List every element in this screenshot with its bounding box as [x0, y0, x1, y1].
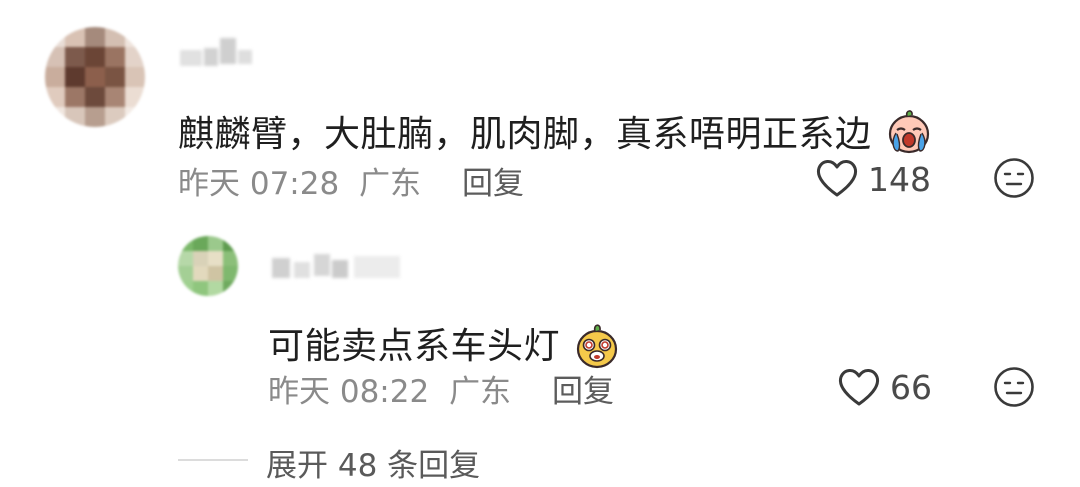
comment-meta: 昨天 07:28 广东 [178, 158, 421, 203]
reply-time: 昨天 08:22 [268, 374, 430, 410]
like-count: 66 [890, 368, 932, 407]
expand-divider [178, 459, 248, 461]
dizzy-face-icon [576, 324, 618, 369]
heart-icon[interactable] [836, 366, 882, 408]
like-count: 148 [868, 160, 931, 199]
reply-button[interactable]: 回复 [552, 366, 614, 411]
comment-text: 麒麟臂，大肚腩，肌肉脚，真系唔明正系边 [178, 98, 931, 157]
reply-meta: 昨天 08:22 广东 [268, 366, 511, 411]
neutral-face-icon[interactable] [993, 157, 1035, 199]
expand-replies-button[interactable]: 展开 48 条回复 [266, 440, 480, 485]
reply-text: 可能卖点系车头灯 [268, 306, 618, 369]
username-pixelated[interactable] [180, 36, 260, 72]
username-pixelated[interactable] [272, 250, 412, 284]
neutral-face-icon[interactable] [993, 366, 1035, 408]
avatar[interactable] [178, 236, 238, 296]
comment-time: 昨天 07:28 [178, 166, 340, 202]
avatar[interactable] [45, 27, 145, 127]
comment-location: 广东 [359, 166, 422, 202]
reply-location: 广东 [449, 374, 512, 410]
reply-button[interactable]: 回复 [462, 158, 524, 203]
heart-icon[interactable] [814, 157, 860, 199]
crying-face-icon [889, 110, 930, 154]
